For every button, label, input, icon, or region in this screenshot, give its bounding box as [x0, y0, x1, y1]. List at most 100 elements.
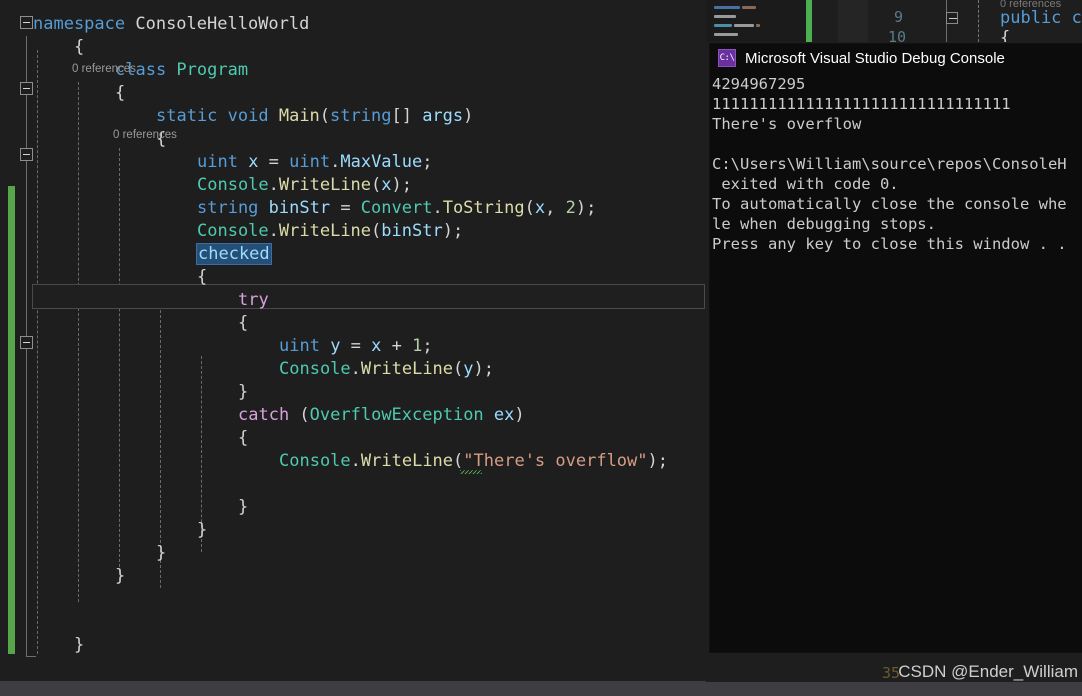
background-code-token: public c: [1000, 8, 1082, 28]
indent-guide-1: [37, 50, 38, 654]
code-line[interactable]: Console.WriteLine(binStr);: [197, 220, 463, 243]
code-line[interactable]: Console.WriteLine(y);: [279, 358, 494, 381]
code-token: );: [392, 175, 412, 195]
code-token: ,: [545, 198, 565, 218]
current-line-highlight: [32, 284, 705, 309]
code-line[interactable]: }: [238, 496, 248, 519]
code-token: y: [463, 359, 473, 379]
code-token: .: [269, 175, 279, 195]
code-token: ex: [494, 405, 514, 425]
watermark-label: CSDN @Ender_William: [898, 662, 1078, 682]
code-editor-pane[interactable]: namespace ConsoleHelloWorld{class Progra…: [0, 0, 706, 696]
fold-icon-try[interactable]: [20, 336, 33, 349]
code-token: +: [392, 336, 412, 356]
code-line[interactable]: {: [197, 266, 207, 289]
code-token: }: [238, 382, 248, 402]
code-token: );: [576, 198, 596, 218]
code-token: Console: [279, 359, 351, 379]
indent-guide-2: [78, 82, 79, 602]
code-token: {: [197, 267, 207, 287]
console-output-line: 4294967295: [710, 74, 1082, 94]
code-line[interactable]: {: [238, 312, 248, 335]
code-token: }: [238, 497, 248, 517]
code-token: (: [525, 198, 535, 218]
code-line[interactable]: static void Main(string[] args): [156, 105, 473, 128]
code-token: binStr: [381, 221, 442, 241]
code-token: {: [238, 313, 248, 333]
code-token: ): [463, 106, 473, 126]
code-token: );: [474, 359, 494, 379]
code-token: =: [340, 198, 360, 218]
background-hscrollbar[interactable]: [706, 682, 1082, 696]
code-token: =: [269, 152, 289, 172]
code-token: (: [453, 451, 463, 471]
code-token: }: [74, 635, 84, 655]
code-token: Program: [176, 60, 248, 80]
debug-console-window[interactable]: C:\ Microsoft Visual Studio Debug Consol…: [710, 44, 1082, 652]
code-token: WriteLine: [361, 359, 453, 379]
code-line[interactable]: }: [115, 565, 125, 588]
code-line[interactable]: string binStr = Convert.ToString(x, 2);: [197, 197, 596, 220]
codelens-references[interactable]: 0 references: [113, 128, 177, 142]
code-line[interactable]: {: [238, 427, 248, 450]
code-line[interactable]: catch (OverflowException ex): [238, 404, 525, 427]
minimap[interactable]: [706, 0, 806, 42]
console-app-icon: C:\: [718, 49, 736, 67]
selected-token: checked: [197, 244, 271, 264]
fold-icon-class[interactable]: [20, 82, 33, 95]
code-token: WriteLine: [279, 175, 371, 195]
fold-guide-namespace-end: [26, 656, 36, 657]
code-token: }: [156, 543, 166, 563]
code-line[interactable]: {: [74, 36, 84, 59]
code-token: WriteLine: [361, 451, 453, 471]
code-token: catch: [238, 405, 299, 425]
code-line[interactable]: checked: [197, 243, 271, 266]
background-gutter-a: [812, 0, 838, 42]
code-token: uint: [279, 336, 330, 356]
code-token: ): [514, 405, 524, 425]
code-token: x: [381, 175, 391, 195]
code-line[interactable]: namespace ConsoleHelloWorld: [33, 13, 309, 36]
code-token: uint: [289, 152, 330, 172]
code-line[interactable]: Console.WriteLine(x);: [197, 174, 412, 197]
codelens-references[interactable]: 0 references: [72, 62, 136, 76]
code-token: (: [371, 221, 381, 241]
fold-icon-namespace[interactable]: [20, 16, 33, 29]
code-token: uint: [197, 152, 248, 172]
code-line[interactable]: uint x = uint.MaxValue;: [197, 151, 433, 174]
console-output-line: le when debugging stops.: [710, 214, 1082, 234]
code-token: .: [351, 359, 361, 379]
code-token: 2: [566, 198, 576, 218]
code-token: "There's overflow": [463, 451, 647, 471]
code-line[interactable]: uint y = x + 1;: [279, 335, 433, 358]
code-token: void: [228, 106, 279, 126]
code-line[interactable]: try: [238, 289, 269, 312]
code-line[interactable]: }: [156, 542, 166, 565]
code-token: namespace: [33, 14, 135, 34]
console-output-line: 11111111111111111111111111111111: [710, 94, 1082, 114]
console-title-bar[interactable]: C:\ Microsoft Visual Studio Debug Consol…: [710, 44, 1082, 72]
background-fold-icon[interactable]: [946, 12, 958, 24]
editor-hscrollbar[interactable]: [0, 681, 706, 696]
code-token: ToString: [443, 198, 525, 218]
background-line-number-9: 9: [894, 8, 903, 26]
console-icon-glyph: C:\: [720, 53, 735, 63]
code-token: {: [115, 83, 125, 103]
code-token: (: [299, 405, 309, 425]
error-squiggle-ex: [460, 470, 482, 474]
console-title-label: Microsoft Visual Studio Debug Console: [745, 50, 1005, 67]
code-token: 1: [412, 336, 422, 356]
code-token: static: [156, 106, 228, 126]
code-line[interactable]: {: [115, 82, 125, 105]
code-token: Console: [279, 451, 351, 471]
code-line[interactable]: }: [74, 634, 84, 657]
code-line[interactable]: }: [238, 381, 248, 404]
code-token: string: [197, 198, 269, 218]
fold-icon-main[interactable]: [20, 148, 33, 161]
code-token: [484, 405, 494, 425]
console-output-line: C:\Users\William\source\repos\ConsoleH: [710, 154, 1082, 174]
code-token: .: [269, 221, 279, 241]
code-token: );: [443, 221, 463, 241]
code-token: OverflowException: [310, 405, 484, 425]
code-line[interactable]: }: [197, 519, 207, 542]
